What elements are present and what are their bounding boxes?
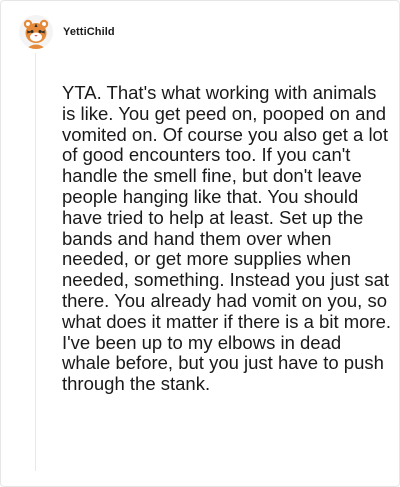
tiger-avatar-icon[interactable]	[19, 15, 53, 49]
comment-text: YTA. That's what working with animals is…	[62, 82, 392, 395]
thread-line[interactable]	[35, 53, 36, 471]
comment-card: YettiChild YTA. That's what working with…	[0, 0, 400, 487]
comment-username[interactable]: YettiChild	[63, 26, 115, 38]
